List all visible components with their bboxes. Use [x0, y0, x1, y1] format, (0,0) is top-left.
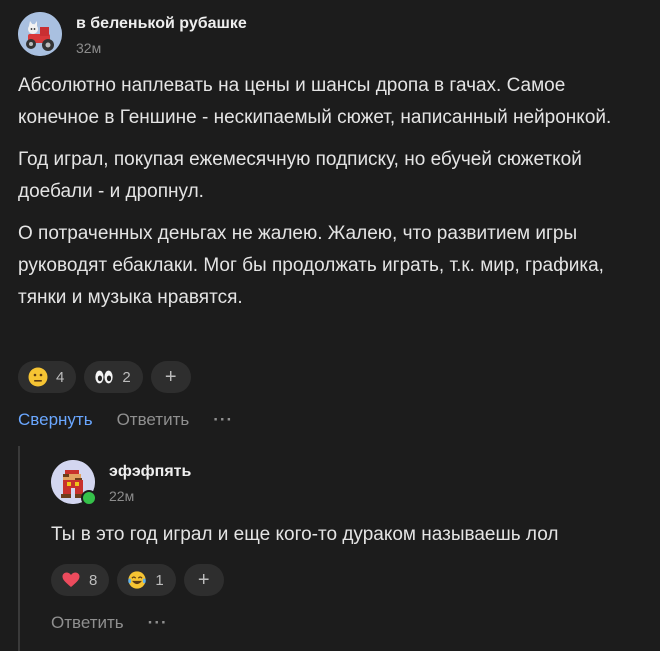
- comment-body: Абсолютно наплевать на цены и шансы дроп…: [18, 70, 648, 324]
- reaction-count: 4: [56, 368, 65, 386]
- reaction-laughing[interactable]: 1: [117, 564, 176, 596]
- reply-actions: Ответить ···: [51, 613, 168, 633]
- add-reaction-button[interactable]: +: [150, 361, 191, 393]
- author-name[interactable]: эфэфпять: [109, 462, 191, 482]
- author-name[interactable]: в беленькой рубашке: [76, 14, 247, 34]
- comment-header: в беленькой рубашке 32м: [18, 12, 247, 56]
- eyes-icon: [94, 367, 114, 387]
- reactions-bar: 8 1 +: [51, 564, 224, 596]
- reply-button[interactable]: Ответить: [117, 410, 190, 430]
- comment-paragraph: О потраченных деньгах не жалею. Жалею, ч…: [18, 223, 604, 308]
- tractor-cat-icon: [18, 12, 62, 56]
- reaction-count: 8: [89, 571, 98, 589]
- reply-comment: эфэфпять 22м Ты в это год играл и еще ко…: [51, 460, 651, 561]
- more-options-icon[interactable]: ···: [148, 613, 168, 633]
- reply-button[interactable]: Ответить: [51, 613, 124, 633]
- more-options-icon[interactable]: ···: [213, 410, 233, 430]
- avatar[interactable]: [18, 12, 62, 56]
- reaction-neutral[interactable]: 4: [18, 361, 77, 393]
- add-reaction-button[interactable]: +: [183, 564, 224, 596]
- comment-paragraph: Год играл, покупая ежемесячную подписку,…: [18, 149, 582, 202]
- comment-actions: Свернуть Ответить ···: [18, 410, 233, 430]
- reaction-heart[interactable]: 8: [51, 564, 110, 596]
- reaction-count: 1: [155, 571, 164, 589]
- reaction-count: 2: [122, 368, 131, 386]
- timestamp[interactable]: 22м: [109, 488, 191, 504]
- laughing-face-icon: [127, 570, 147, 590]
- avatar[interactable]: [51, 460, 97, 506]
- online-status-icon: [81, 490, 97, 506]
- reply-header: эфэфпять 22м: [51, 460, 651, 506]
- timestamp[interactable]: 32м: [76, 40, 247, 56]
- heart-icon: [61, 570, 81, 590]
- reply-text: Ты в это год играл и еще кого-то дураком…: [51, 524, 559, 545]
- reactions-bar: 4 2 +: [18, 361, 191, 393]
- thread-line[interactable]: [18, 446, 20, 651]
- comment-paragraph: Абсолютно наплевать на цены и шансы дроп…: [18, 75, 612, 128]
- neutral-face-icon: [28, 367, 48, 387]
- reaction-eyes[interactable]: 2: [84, 361, 143, 393]
- collapse-button[interactable]: Свернуть: [18, 410, 93, 430]
